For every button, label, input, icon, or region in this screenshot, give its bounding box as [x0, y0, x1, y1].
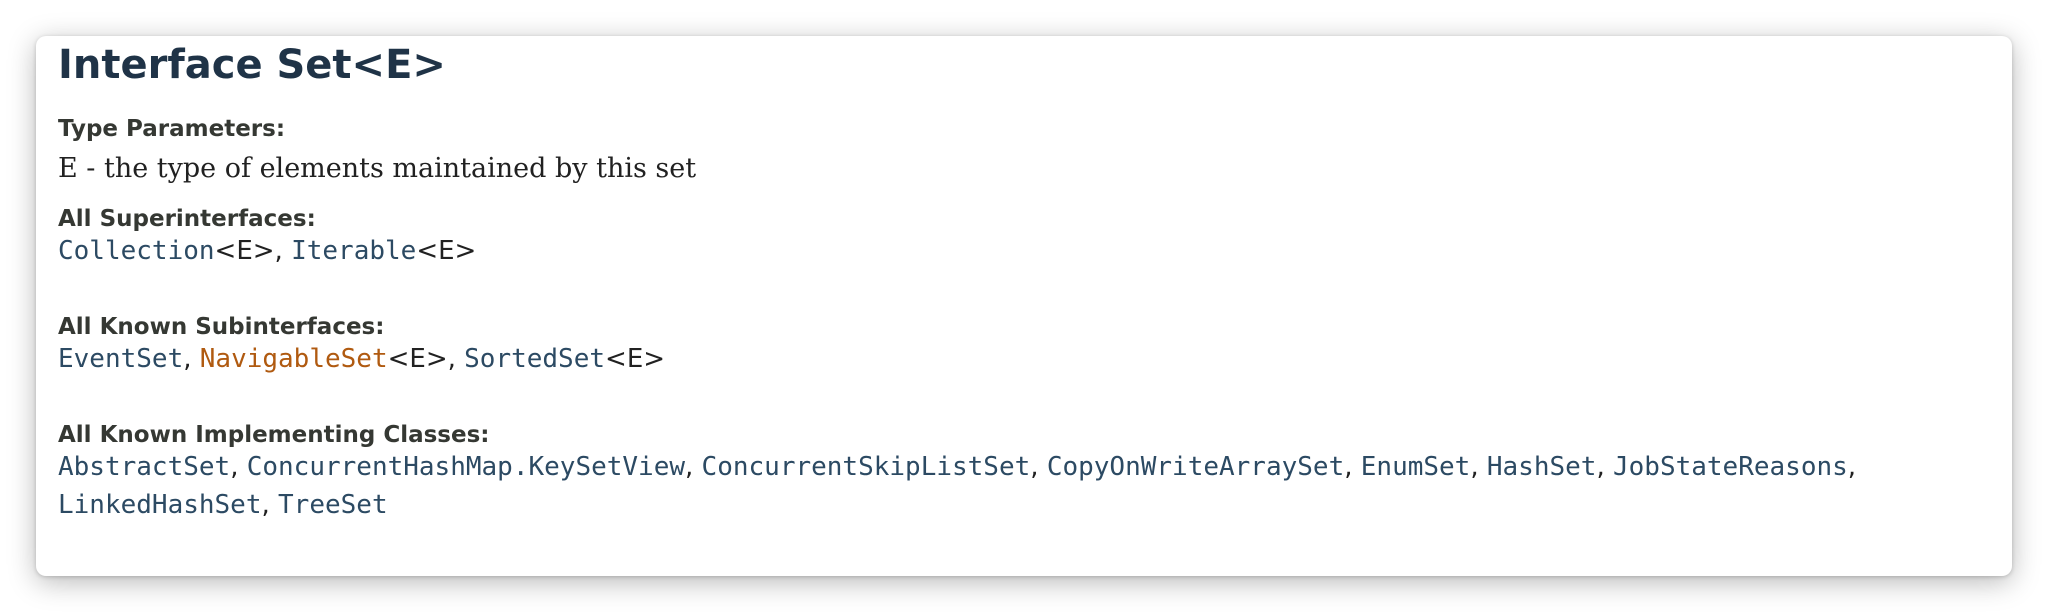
type-parameters-description: E - the type of elements maintained by t…	[58, 153, 697, 184]
generic-param: <E>	[416, 236, 477, 266]
implementing-classes-list: AbstractSet, ConcurrentHashMap.KeySetVie…	[58, 448, 2012, 524]
separator: ,	[230, 452, 247, 482]
generic-param: <E>	[387, 344, 448, 374]
separator: ,	[1030, 452, 1047, 482]
page-title: Interface Set<E>	[58, 42, 446, 88]
link-abstractset[interactable]: AbstractSet	[58, 452, 230, 482]
link-jobstatereasons[interactable]: JobStateReasons	[1613, 452, 1848, 482]
separator: ,	[1847, 452, 1857, 482]
link-sortedset[interactable]: SortedSet	[464, 344, 605, 374]
separator: ,	[1470, 452, 1487, 482]
link-linkedhashset[interactable]: LinkedHashSet	[58, 490, 262, 520]
subinterfaces-label: All Known Subinterfaces:	[58, 314, 385, 340]
link-copyonwritearrayset[interactable]: CopyOnWriteArraySet	[1047, 452, 1344, 482]
separator: ,	[274, 236, 292, 266]
superinterfaces-label: All Superinterfaces:	[58, 206, 316, 232]
separator: ,	[1344, 452, 1361, 482]
subinterfaces-list: EventSet, NavigableSet<E>, SortedSet<E>	[58, 340, 665, 378]
separator: ,	[447, 344, 465, 374]
link-enumset[interactable]: EnumSet	[1361, 452, 1471, 482]
link-concurrentskiplistset[interactable]: ConcurrentSkipListSet	[702, 452, 1031, 482]
link-collection[interactable]: Collection	[58, 236, 215, 266]
link-iterable[interactable]: Iterable	[291, 236, 416, 266]
link-navigableset[interactable]: NavigableSet	[200, 344, 388, 374]
javadoc-header-card: Interface Set<E> Type Parameters: E - th…	[36, 36, 2012, 576]
separator: ,	[685, 452, 702, 482]
separator: ,	[1596, 452, 1613, 482]
superinterfaces-list: Collection<E>, Iterable<E>	[58, 232, 476, 270]
header-content: Interface Set<E> Type Parameters: E - th…	[58, 36, 1992, 520]
separator: ,	[261, 490, 279, 520]
generic-param: <E>	[605, 344, 666, 374]
implementing-classes-label: All Known Implementing Classes:	[58, 422, 490, 448]
link-hashset[interactable]: HashSet	[1487, 452, 1597, 482]
generic-param: <E>	[214, 236, 275, 266]
link-eventset[interactable]: EventSet	[58, 344, 183, 374]
link-treeset[interactable]: TreeSet	[278, 490, 388, 520]
separator: ,	[183, 344, 200, 374]
link-concurrenthashmap-keysetview[interactable]: ConcurrentHashMap.KeySetView	[247, 452, 685, 482]
type-parameters-label: Type Parameters:	[58, 116, 286, 142]
